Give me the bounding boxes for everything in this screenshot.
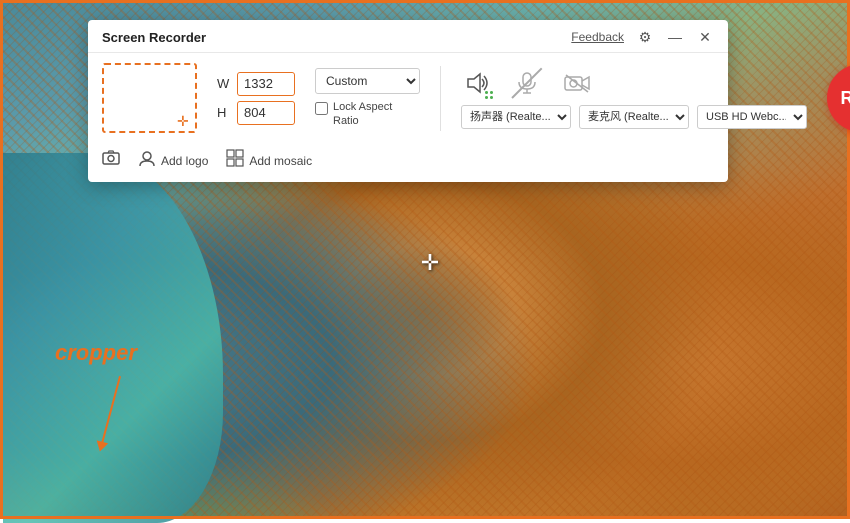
selection-preview: ✛ <box>102 63 197 133</box>
width-row: W <box>217 72 295 96</box>
media-selects-row: 扬声器 (Realte... 麦克风 (Realte... USB HD Web… <box>461 105 807 129</box>
height-row: H <box>217 101 295 125</box>
settings-icon[interactable]: ⚙ <box>636 28 654 46</box>
mosaic-icon <box>226 149 244 172</box>
logo-icon <box>138 149 156 172</box>
crosshair-icon: ✛ <box>177 113 191 127</box>
divider <box>440 66 441 131</box>
lock-ratio-row: Lock AspectRatio <box>315 100 420 129</box>
height-input[interactable] <box>237 101 295 125</box>
media-icons-row <box>461 67 807 99</box>
width-input[interactable] <box>237 72 295 96</box>
feedback-link[interactable]: Feedback <box>571 30 624 44</box>
dimensions-section: W H <box>217 72 295 125</box>
mic-select[interactable]: 麦克风 (Realte... <box>579 105 689 129</box>
mic-icon <box>511 67 543 99</box>
panel-header-controls: Feedback ⚙ — ✕ <box>571 28 714 46</box>
move-cursor-icon: ✛ <box>415 248 445 278</box>
panel-footer: Add logo Add mosaic <box>88 143 728 182</box>
preset-select[interactable]: Custom <box>315 68 420 94</box>
add-mosaic-tool[interactable]: Add mosaic <box>226 149 312 172</box>
cropper-label: cropper <box>55 340 137 366</box>
media-controls: 扬声器 (Realte... 麦克风 (Realte... USB HD Web… <box>461 67 807 129</box>
lock-aspect-label: Lock AspectRatio <box>333 100 392 129</box>
camera-icon <box>561 67 593 99</box>
add-logo-tool[interactable]: Add logo <box>138 149 208 172</box>
speaker-icon <box>461 67 493 99</box>
add-mosaic-label: Add mosaic <box>249 154 312 168</box>
close-icon[interactable]: ✕ <box>696 28 714 46</box>
minimize-icon[interactable]: — <box>666 28 684 46</box>
water-area <box>3 153 223 523</box>
panel-header: Screen Recorder Feedback ⚙ — ✕ <box>88 20 728 53</box>
speaker-button[interactable] <box>461 67 493 99</box>
mic-button[interactable] <box>511 67 543 99</box>
speaker-select[interactable]: 扬声器 (Realte... <box>461 105 571 129</box>
panel-body: ✛ W H Custom Lock AspectRatio <box>88 53 728 143</box>
panel-title: Screen Recorder <box>102 30 206 45</box>
height-label: H <box>217 105 231 120</box>
screen-recorder-panel: Screen Recorder Feedback ⚙ — ✕ ✛ W H <box>88 20 728 182</box>
camera-select[interactable]: USB HD Webc... <box>697 105 807 129</box>
preset-area: Custom Lock AspectRatio <box>315 68 420 129</box>
camera-button[interactable] <box>561 67 593 99</box>
screenshot-icon <box>102 150 120 171</box>
screenshot-tool[interactable] <box>102 150 120 171</box>
add-logo-label: Add logo <box>161 154 208 168</box>
lock-aspect-checkbox[interactable] <box>315 102 328 115</box>
width-label: W <box>217 76 231 91</box>
